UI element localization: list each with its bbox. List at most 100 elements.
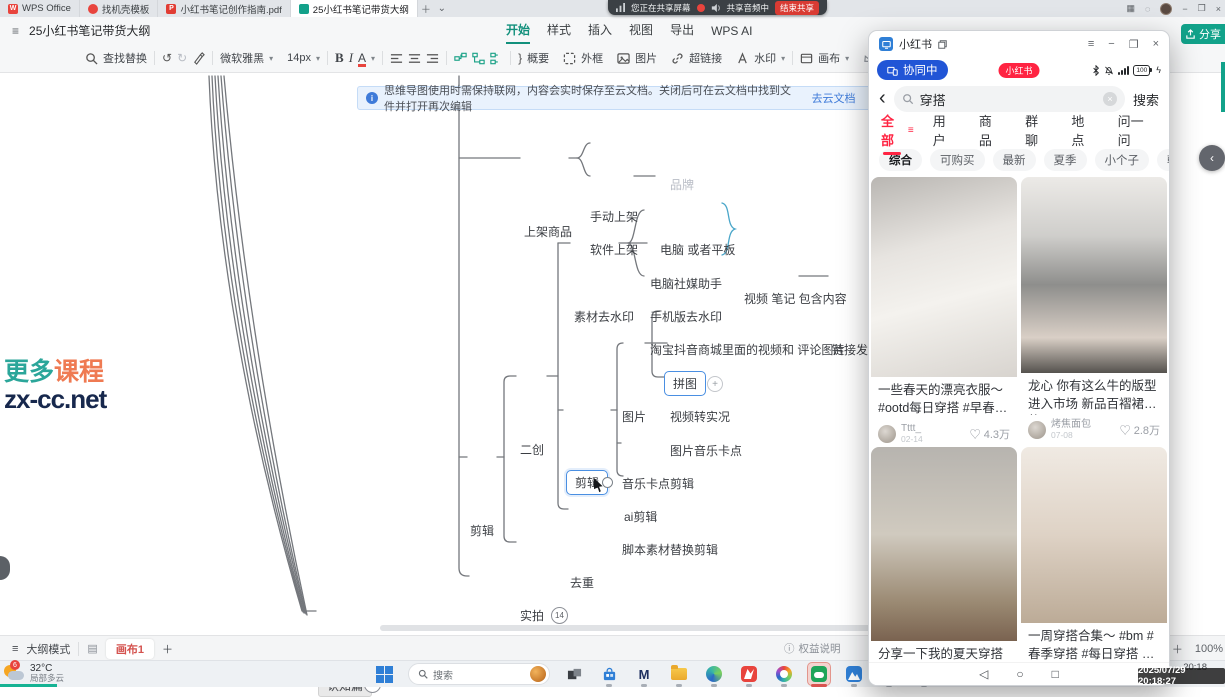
- result-tab[interactable]: 群聊: [1025, 111, 1052, 149]
- window-close[interactable]: ×: [1216, 4, 1221, 14]
- mindmap-node[interactable]: 拼图: [664, 371, 706, 396]
- new-tab-button[interactable]: ＋: [418, 0, 434, 17]
- document-tab[interactable]: 25小红书笔记带货大纲: [291, 0, 418, 17]
- undo-button[interactable]: ↺: [162, 51, 172, 65]
- align-right-icon[interactable]: [426, 52, 439, 65]
- mindmap-node[interactable]: 视频 笔记 包含内容: [744, 290, 847, 307]
- file-explorer-icon[interactable]: [668, 663, 690, 685]
- share-button[interactable]: 分享: [1181, 24, 1225, 44]
- author-avatar[interactable]: [878, 425, 896, 443]
- canvas-stack-icon[interactable]: ▤: [87, 642, 97, 655]
- tab-list-caret[interactable]: ⌄: [434, 0, 450, 17]
- clear-search-icon[interactable]: ×: [1103, 92, 1117, 106]
- mindmap-node[interactable]: 去重: [570, 574, 594, 591]
- right-scroll-strip[interactable]: [1221, 62, 1225, 112]
- mindmap-node[interactable]: 图片音乐卡点: [670, 442, 742, 459]
- mindmap-node[interactable]: 脚本素材替换剪辑: [622, 541, 718, 558]
- skin-icon[interactable]: ◌: [1145, 4, 1150, 14]
- zoom-in-button[interactable]: ＋: [1172, 641, 1183, 657]
- filter-chip[interactable]: 韩里韩气: [1157, 149, 1169, 171]
- mindmap-node[interactable]: ai剪辑: [624, 508, 657, 525]
- insert-topic-icon[interactable]: [454, 52, 467, 65]
- filter-chip[interactable]: 小个子: [1095, 149, 1150, 171]
- align-left-icon[interactable]: [390, 52, 403, 65]
- author-name[interactable]: Tttt_: [901, 423, 923, 435]
- result-tab[interactable]: 问一问: [1118, 111, 1157, 149]
- frame-button[interactable]: 外框: [556, 50, 610, 66]
- redo-button[interactable]: ↻: [177, 51, 187, 65]
- note-caption[interactable]: 一些春天的漂亮衣服～ #ootd每日穿搭 #早春…: [871, 377, 1017, 419]
- canvas-tab[interactable]: 画布1: [106, 639, 154, 659]
- task-view-button[interactable]: [563, 663, 585, 685]
- phone-window-menu[interactable]: ≡: [1088, 38, 1094, 50]
- document-tab[interactable]: 找机壳模板: [80, 0, 159, 17]
- note-caption[interactable]: 龙心 你有这么牛的版型进入市场 新品百褶裙真的…: [1021, 373, 1167, 415]
- layout-icon[interactable]: ▦: [1127, 3, 1136, 14]
- image-button[interactable]: 图片: [610, 50, 664, 66]
- filter-chip[interactable]: 最新: [993, 149, 1036, 171]
- go-cloud-docs-link[interactable]: 去云文档: [812, 90, 856, 106]
- italic-button[interactable]: I: [349, 50, 353, 66]
- phone-window-close[interactable]: ×: [1153, 38, 1159, 50]
- start-button[interactable]: [373, 663, 395, 685]
- note-caption[interactable]: 一周穿搭合集～ #bm #春季穿搭 #每日穿搭 #日…: [1021, 623, 1167, 665]
- design-app-icon[interactable]: [843, 663, 865, 685]
- mindmap-node[interactable]: 音乐卡点剪辑: [622, 475, 694, 492]
- note-image[interactable]: [871, 447, 1017, 641]
- font-color-button[interactable]: A: [358, 51, 366, 65]
- summary-button[interactable]: } 概要: [511, 50, 556, 66]
- taskbar-search[interactable]: 搜索: [408, 663, 550, 685]
- mindmap-node[interactable]: 二创: [520, 441, 544, 458]
- note-image[interactable]: [1021, 177, 1167, 373]
- mindmap-node[interactable]: 实拍: [520, 607, 544, 624]
- result-tab[interactable]: 用户: [933, 111, 960, 149]
- back-icon[interactable]: ‹: [879, 88, 886, 108]
- phone-window-titlebar[interactable]: 小红书 ≡ − ❐ ×: [869, 31, 1169, 57]
- menu-item[interactable]: 视图: [629, 17, 653, 44]
- window-minimize[interactable]: −: [1182, 4, 1187, 14]
- canvas-button[interactable]: 画布▾: [793, 50, 856, 66]
- mindmap-node[interactable]: +: [707, 376, 723, 392]
- hyperlink-button[interactable]: 超链接: [664, 50, 729, 66]
- phone-window-minimize[interactable]: −: [1108, 38, 1114, 50]
- menu-item[interactable]: 开始: [506, 17, 530, 44]
- document-tab[interactable]: W WPS Office: [0, 0, 80, 17]
- mindmap-node[interactable]: 电脑社媒助手: [650, 275, 722, 292]
- like-count[interactable]: 4.3万: [970, 426, 1010, 442]
- video-app-icon[interactable]: [738, 663, 760, 685]
- mindmap-node[interactable]: 手机版去水印: [650, 308, 722, 325]
- outline-mode-icon[interactable]: ≡: [12, 643, 18, 655]
- collab-mode-button[interactable]: 协同中: [877, 60, 948, 80]
- nav-back-button[interactable]: ◁: [979, 667, 988, 681]
- insert-sibling-icon[interactable]: [490, 52, 503, 65]
- format-painter-icon[interactable]: [192, 52, 205, 65]
- mindmap-node[interactable]: 剪辑: [470, 522, 494, 539]
- menu-item[interactable]: 插入: [588, 17, 612, 44]
- mindmap-node[interactable]: 软件上架: [590, 241, 638, 258]
- mindmap-node[interactable]: 视频转实况: [670, 408, 730, 425]
- find-replace-button[interactable]: 查找替换: [78, 50, 154, 66]
- wps-cloud-app-icon[interactable]: [808, 663, 830, 685]
- nav-home-button[interactable]: ○: [1016, 667, 1023, 681]
- mindmap-node[interactable]: [602, 477, 613, 488]
- filter-chip[interactable]: 夏季: [1044, 149, 1087, 171]
- note-card[interactable]: 龙心 你有这么牛的版型进入市场 新品百褶裙真的… 烤焦面包 07-08 2.8万: [1021, 177, 1167, 443]
- window-maximize[interactable]: ❐: [1198, 3, 1206, 14]
- hamburger-menu-icon[interactable]: ≡: [12, 24, 19, 38]
- mindmap-node[interactable]: 电脑 或者平板: [660, 241, 735, 258]
- menu-item[interactable]: 样式: [547, 17, 571, 44]
- microsoft-store-icon[interactable]: [598, 663, 620, 685]
- filter-chip[interactable]: 可购买: [930, 149, 985, 171]
- align-center-icon[interactable]: [408, 52, 421, 65]
- note-card[interactable]: 一些春天的漂亮衣服～ #ootd每日穿搭 #早春… Tttt_ 02-14 4.…: [871, 177, 1017, 443]
- document-tab[interactable]: P 小红书笔记创作指南.pdf: [158, 0, 290, 17]
- search-submit-button[interactable]: 搜索: [1133, 90, 1159, 109]
- duplicate-window-icon[interactable]: [938, 40, 947, 49]
- phone-window-maximize[interactable]: ❐: [1129, 38, 1139, 51]
- mindmap-node[interactable]: 淘宝抖音商城里面的视频和 评论图片: [650, 341, 845, 358]
- mindmap-node[interactable]: 手动上架: [590, 208, 638, 225]
- nav-recents-button[interactable]: □: [1052, 667, 1059, 681]
- result-tab[interactable]: 地点: [1071, 111, 1098, 149]
- result-tab[interactable]: 商品: [979, 111, 1006, 149]
- rights-label[interactable]: 权益说明: [799, 641, 841, 656]
